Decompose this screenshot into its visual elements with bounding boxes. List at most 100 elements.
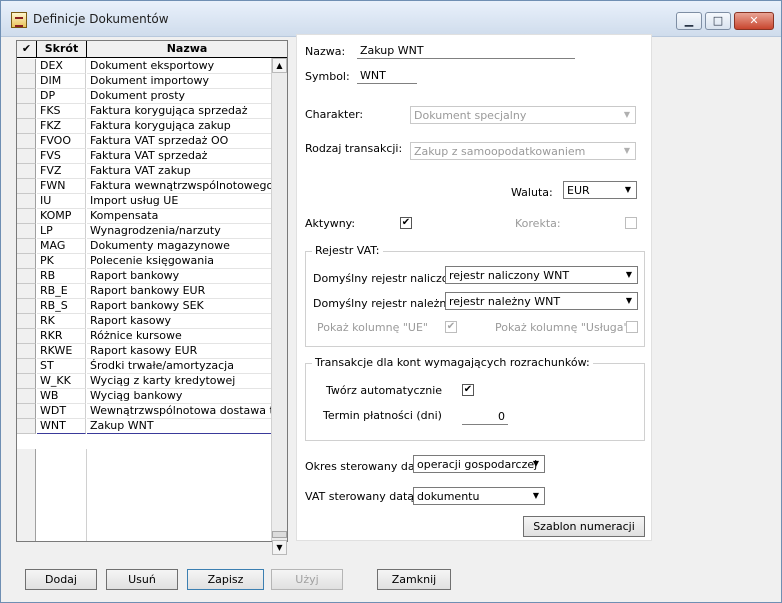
chevron-down-icon: ▼ — [625, 270, 633, 279]
waluta-select[interactable]: EUR ▼ — [563, 181, 637, 199]
zapisz-button[interactable]: Zapisz — [187, 569, 264, 590]
column-divider — [86, 449, 87, 541]
check-column-icon[interactable]: ✔ — [17, 41, 37, 57]
app-icon — [11, 12, 27, 28]
row-selector[interactable] — [17, 89, 36, 104]
row-selector[interactable] — [17, 314, 36, 329]
szablon-numeracji-button[interactable]: Szablon numeracji — [523, 516, 645, 537]
row-code: FKZ — [37, 119, 86, 134]
list-item[interactable]: FKZ Faktura korygująca zakup — [17, 119, 271, 134]
list-scrollbar[interactable]: ▲ ▼ — [271, 58, 287, 555]
list-item[interactable]: PK Polecenie księgowania — [17, 254, 271, 269]
row-code: MAG — [37, 239, 86, 254]
row-selector[interactable] — [17, 374, 36, 389]
scroll-thumb[interactable] — [272, 531, 287, 538]
nalezny-label: Domyślny rejestr należny: — [313, 297, 456, 310]
row-code: DIM — [37, 74, 86, 89]
list-item[interactable]: RKWE Raport kasowy EUR — [17, 344, 271, 359]
usun-button[interactable]: Usuń — [106, 569, 178, 590]
list-item[interactable]: RB_S Raport bankowy SEK — [17, 299, 271, 314]
row-selector[interactable] — [17, 359, 36, 374]
kolumna-ue-checkbox[interactable]: ✔ — [445, 321, 457, 333]
chevron-down-icon: ▼ — [623, 110, 631, 119]
row-selector[interactable] — [17, 59, 36, 74]
row-selector[interactable] — [17, 224, 36, 239]
row-selector[interactable] — [17, 404, 36, 419]
row-code: RK — [37, 314, 86, 329]
row-code: RB_E — [37, 284, 86, 299]
row-selector[interactable] — [17, 194, 36, 209]
uzyj-button[interactable]: Użyj — [271, 569, 343, 590]
row-selector[interactable] — [17, 134, 36, 149]
row-selector[interactable] — [17, 179, 36, 194]
name-field[interactable]: Zakup WNT — [357, 44, 575, 59]
zamknij-button[interactable]: Zamknij — [377, 569, 451, 590]
row-selector[interactable] — [17, 419, 36, 434]
close-button[interactable]: ✕ — [734, 12, 774, 30]
list-item[interactable]: FVS Faktura VAT sprzedaż — [17, 149, 271, 164]
scroll-up-icon[interactable]: ▲ — [272, 58, 287, 73]
waluta-value: EUR — [567, 184, 590, 197]
minimize-button[interactable]: ▁ — [676, 12, 702, 30]
kolumna-usluga-checkbox[interactable] — [626, 321, 638, 333]
list-item[interactable]: DP Dokument prosty — [17, 89, 271, 104]
close-icon: ✕ — [749, 14, 759, 27]
list-item[interactable]: WB Wyciąg bankowy — [17, 389, 271, 404]
nalezny-select[interactable]: rejestr należny WNT ▼ — [445, 292, 638, 310]
row-name: Faktura VAT zakup — [87, 164, 271, 179]
row-selector[interactable] — [17, 344, 36, 359]
list-item[interactable]: FKS Faktura korygująca sprzedaż — [17, 104, 271, 119]
row-name: Faktura VAT sprzedaż OO — [87, 134, 271, 149]
list-item[interactable]: RB_E Raport bankowy EUR — [17, 284, 271, 299]
okres-select[interactable]: operacji gospodarczej ▼ — [413, 455, 545, 473]
maximize-button[interactable]: □ — [705, 12, 731, 30]
list-item[interactable]: FWN Faktura wewnątrzwspólnotowego na — [17, 179, 271, 194]
termin-field[interactable]: 0 — [462, 410, 508, 425]
symbol-field[interactable]: WNT — [357, 69, 417, 84]
list-item[interactable]: FVOO Faktura VAT sprzedaż OO — [17, 134, 271, 149]
list-item[interactable]: ST Środki trwałe/amortyzacja — [17, 359, 271, 374]
list-item[interactable]: KOMP Kompensata — [17, 209, 271, 224]
row-selector[interactable] — [17, 389, 36, 404]
aktywny-checkbox[interactable]: ✔ — [400, 217, 412, 229]
tworz-checkbox[interactable]: ✔ — [462, 384, 474, 396]
list-item[interactable]: W_KK Wyciąg z karty kredytowej — [17, 374, 271, 389]
row-selector[interactable] — [17, 104, 36, 119]
vat-data-select[interactable]: dokumentu ▼ — [413, 487, 545, 505]
list-item[interactable]: MAG Dokumenty magazynowe — [17, 239, 271, 254]
row-selector[interactable] — [17, 164, 36, 179]
row-selector[interactable] — [17, 269, 36, 284]
row-selector[interactable] — [17, 284, 36, 299]
row-selector[interactable] — [17, 209, 36, 224]
row-selector[interactable] — [17, 149, 36, 164]
naliczony-select[interactable]: rejestr naliczony WNT ▼ — [445, 266, 638, 284]
row-selector[interactable] — [17, 239, 36, 254]
chevron-down-icon: ▼ — [625, 296, 633, 305]
row-selector[interactable] — [17, 299, 36, 314]
charakter-select[interactable]: Dokument specjalny ▼ — [410, 106, 636, 124]
rodzaj-select[interactable]: Zakup z samoopodatkowaniem ▼ — [410, 142, 636, 160]
list-item[interactable]: RKR Różnice kursowe — [17, 329, 271, 344]
list-item[interactable]: WNT Zakup WNT — [17, 419, 271, 434]
list-item[interactable]: DIM Dokument importowy — [17, 74, 271, 89]
row-selector[interactable] — [17, 254, 36, 269]
korekta-checkbox[interactable] — [625, 217, 637, 229]
column-header-name[interactable]: Nazwa — [87, 41, 287, 57]
row-selector[interactable] — [17, 119, 36, 134]
window-title: Definicje Dokumentów — [33, 12, 169, 26]
list-item[interactable]: RB Raport bankowy — [17, 269, 271, 284]
row-selector[interactable] — [17, 329, 36, 344]
list-item[interactable]: DEX Dokument eksportowy — [17, 59, 271, 74]
column-header-code[interactable]: Skrót — [37, 41, 87, 57]
row-selector[interactable] — [17, 74, 36, 89]
list-item[interactable]: RK Raport kasowy — [17, 314, 271, 329]
list-item[interactable]: LP Wynagrodzenia/narzuty — [17, 224, 271, 239]
list-item[interactable]: FVZ Faktura VAT zakup — [17, 164, 271, 179]
list-item[interactable]: IU Import usług UE — [17, 194, 271, 209]
kolumna-ue-label: Pokaż kolumnę "UE" — [317, 321, 428, 334]
scroll-down-icon[interactable]: ▼ — [272, 540, 287, 555]
list-item[interactable]: WDT Wewnątrzwspólnotowa dostawa tow — [17, 404, 271, 419]
row-name: Raport kasowy — [87, 314, 271, 329]
dodaj-button[interactable]: Dodaj — [25, 569, 97, 590]
row-code: RKR — [37, 329, 86, 344]
